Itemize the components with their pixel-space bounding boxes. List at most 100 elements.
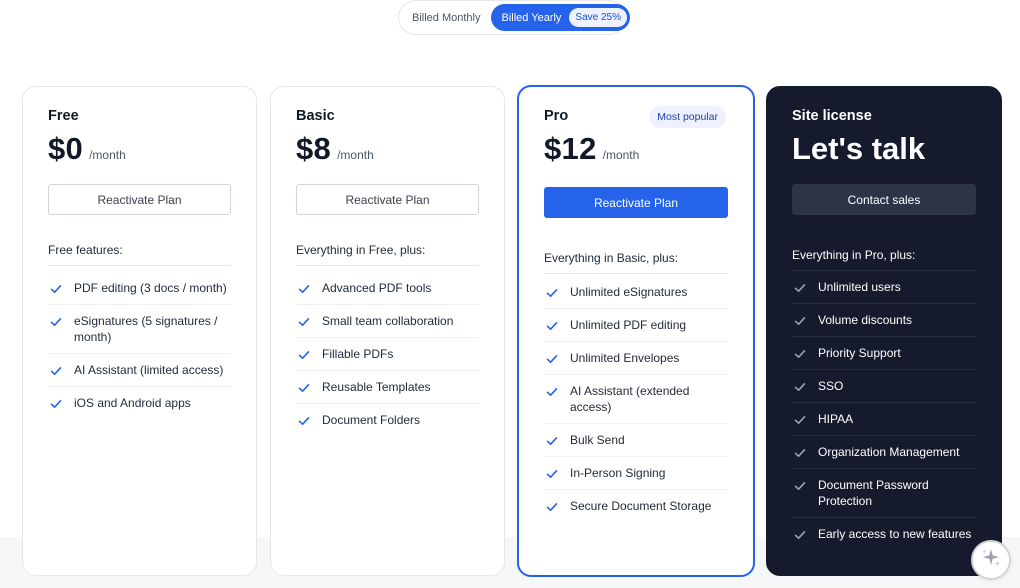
feature-label: Volume discounts: [818, 313, 913, 327]
plan-name: Basic: [296, 108, 335, 124]
check-icon: [546, 287, 558, 299]
feature-item: Early access to new features: [792, 518, 976, 550]
check-icon: [546, 353, 558, 365]
check-icon: [546, 435, 558, 447]
plan-price: $0: [48, 131, 84, 166]
check-icon: [794, 529, 806, 541]
features-heading: Free features:: [48, 243, 231, 266]
price-row: $0 /month: [48, 131, 126, 167]
feature-item: iOS and Android apps: [48, 387, 231, 419]
check-icon: [794, 315, 806, 327]
feature-item: Unlimited PDF editing: [544, 309, 728, 342]
ai-assistant-button[interactable]: [971, 540, 1011, 580]
feature-list: PDF editing (3 docs / month) eSignatures …: [48, 272, 231, 419]
plan-card-free: Free $0 /month Reactivate Plan Free feat…: [22, 86, 257, 576]
plan-card-basic: Basic $8 /month Reactivate Plan Everythi…: [270, 86, 505, 576]
feature-item: Unlimited Envelopes: [544, 342, 728, 375]
price-period: /month: [602, 148, 640, 162]
feature-label: eSignatures (5 signatures / month): [74, 314, 218, 344]
feature-item: Reusable Templates: [296, 371, 479, 404]
check-icon: [794, 381, 806, 393]
feature-item: Fillable PDFs: [296, 338, 479, 371]
feature-label: Unlimited Envelopes: [570, 351, 680, 365]
feature-item: Unlimited users: [792, 271, 976, 304]
plan-card-site-license: Site license Let's talk Contact sales Ev…: [766, 86, 1002, 576]
feature-label: Organization Management: [818, 445, 960, 459]
feature-item: AI Assistant (limited access): [48, 354, 231, 387]
feature-item: Volume discounts: [792, 304, 976, 337]
feature-label: Bulk Send: [570, 433, 625, 447]
feature-label: Priority Support: [818, 346, 901, 360]
check-icon: [794, 447, 806, 459]
feature-item: Bulk Send: [544, 424, 728, 457]
billing-toggle: Billed Monthly Billed Yearly Save 25%: [398, 0, 631, 35]
feature-item: PDF editing (3 docs / month): [48, 272, 231, 305]
feature-item: HIPAA: [792, 403, 976, 436]
feature-list: Advanced PDF tools Small team collaborati…: [296, 272, 479, 436]
feature-item: In-Person Signing: [544, 457, 728, 490]
check-icon: [298, 349, 310, 361]
features-heading: Everything in Basic, plus:: [544, 251, 728, 274]
plan-price: $12: [544, 131, 597, 166]
check-icon: [50, 365, 62, 377]
feature-label: Unlimited users: [818, 280, 901, 294]
feature-item: Priority Support: [792, 337, 976, 370]
check-icon: [546, 468, 558, 480]
reactivate-plan-button[interactable]: Reactivate Plan: [296, 184, 479, 215]
feature-label: Unlimited eSignatures: [570, 285, 688, 299]
feature-item: Secure Document Storage: [544, 490, 728, 522]
feature-label: PDF editing (3 docs / month): [74, 281, 227, 295]
feature-label: In-Person Signing: [570, 466, 666, 480]
feature-list: Unlimited eSignatures Unlimited PDF editi…: [544, 276, 728, 522]
billed-yearly-label: Billed Yearly: [501, 11, 562, 24]
feature-label: Document Password Protection: [818, 478, 929, 508]
check-icon: [298, 316, 310, 328]
check-icon: [298, 382, 310, 394]
feature-item: Document Folders: [296, 404, 479, 436]
check-icon: [298, 283, 310, 295]
price-row: $8 /month: [296, 131, 374, 167]
check-icon: [794, 414, 806, 426]
billed-monthly-option[interactable]: Billed Monthly: [402, 12, 490, 24]
feature-label: Advanced PDF tools: [322, 281, 432, 295]
features-heading: Everything in Pro, plus:: [792, 248, 976, 271]
feature-label: HIPAA: [818, 412, 854, 426]
feature-item: Organization Management: [792, 436, 976, 469]
check-icon: [794, 480, 806, 492]
feature-label: Unlimited PDF editing: [570, 318, 687, 332]
reactivate-plan-button[interactable]: Reactivate Plan: [544, 187, 728, 218]
feature-label: Secure Document Storage: [570, 499, 712, 513]
contact-sales-button[interactable]: Contact sales: [792, 184, 976, 215]
check-icon: [794, 282, 806, 294]
feature-label: Early access to new features: [818, 527, 972, 541]
feature-label: Document Folders: [322, 413, 421, 427]
feature-item: SSO: [792, 370, 976, 403]
feature-label: Reusable Templates: [322, 380, 431, 394]
feature-label: SSO: [818, 379, 844, 393]
save-badge: Save 25%: [569, 8, 628, 27]
check-icon: [794, 348, 806, 360]
feature-label: Fillable PDFs: [322, 347, 394, 361]
plan-name: Pro: [544, 108, 569, 124]
feature-list: Unlimited users Volume discounts Priority …: [792, 271, 976, 550]
billed-yearly-option[interactable]: Billed Yearly Save 25%: [491, 4, 631, 31]
plan-card-pro: Pro Most popular $12 /month Reactivate P…: [517, 85, 755, 577]
check-icon: [50, 398, 62, 410]
feature-label: Small team collaboration: [322, 314, 454, 328]
feature-label: AI Assistant (extended access): [570, 384, 690, 414]
check-icon: [546, 386, 558, 398]
check-icon: [546, 501, 558, 513]
plan-name: Free: [48, 108, 79, 124]
price-period: /month: [337, 148, 374, 162]
check-icon: [50, 283, 62, 295]
feature-item: Advanced PDF tools: [296, 272, 479, 305]
feature-item: AI Assistant (extended access): [544, 375, 728, 424]
most-popular-badge: Most popular: [649, 106, 726, 128]
sparkle-icon: [980, 547, 1002, 574]
features-heading: Everything in Free, plus:: [296, 243, 479, 266]
check-icon: [50, 316, 62, 328]
plan-headline: Let's talk: [792, 131, 926, 166]
feature-item: Unlimited eSignatures: [544, 276, 728, 309]
feature-item: Small team collaboration: [296, 305, 479, 338]
reactivate-plan-button[interactable]: Reactivate Plan: [48, 184, 231, 215]
